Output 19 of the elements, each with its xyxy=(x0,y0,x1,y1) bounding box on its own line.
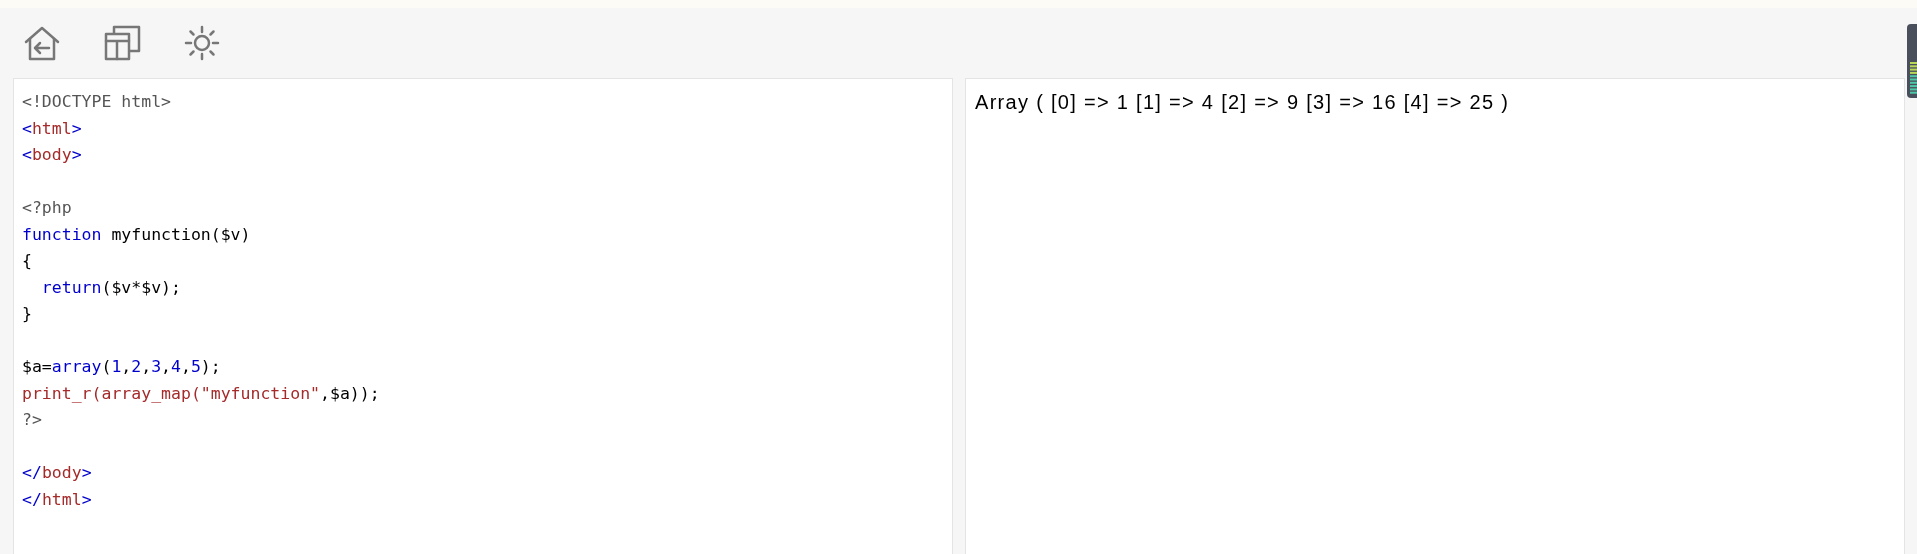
code-editor[interactable]: <!DOCTYPE html> <html> <body> <?php function myfunction($v) { return($v*$v); } $a=array(1,2,3,4,5); print_r(array_map("myfunction",$a)); ?> </body> </html> xyxy=(13,78,953,554)
output-text: Array ( [0] => 1 [1] => 4 [2] => 9 [3] => 16 [4] => 25 ) xyxy=(975,91,1510,113)
code-line: </body> xyxy=(22,462,93,484)
code-line: } xyxy=(22,303,33,325)
code-line: print_r(array_map("myfunction",$a)); xyxy=(22,382,381,405)
code-line: <!DOCTYPE html> xyxy=(22,91,172,113)
meter-icon xyxy=(1907,24,1917,98)
sun-icon xyxy=(183,24,221,62)
code-line: function myfunction($v) xyxy=(22,223,252,246)
code-line: ?> xyxy=(22,409,43,431)
code-line: <html> xyxy=(22,117,83,140)
home-back-icon xyxy=(23,24,61,62)
code-line: $a=array(1,2,3,4,5); xyxy=(22,356,222,378)
code-line: </html> xyxy=(22,488,93,511)
code-line: return($v*$v); xyxy=(40,276,182,299)
code-line: { xyxy=(22,250,33,272)
windows-icon xyxy=(103,24,141,62)
code-line: <?php xyxy=(22,197,73,219)
code-line: <body> xyxy=(22,144,83,166)
